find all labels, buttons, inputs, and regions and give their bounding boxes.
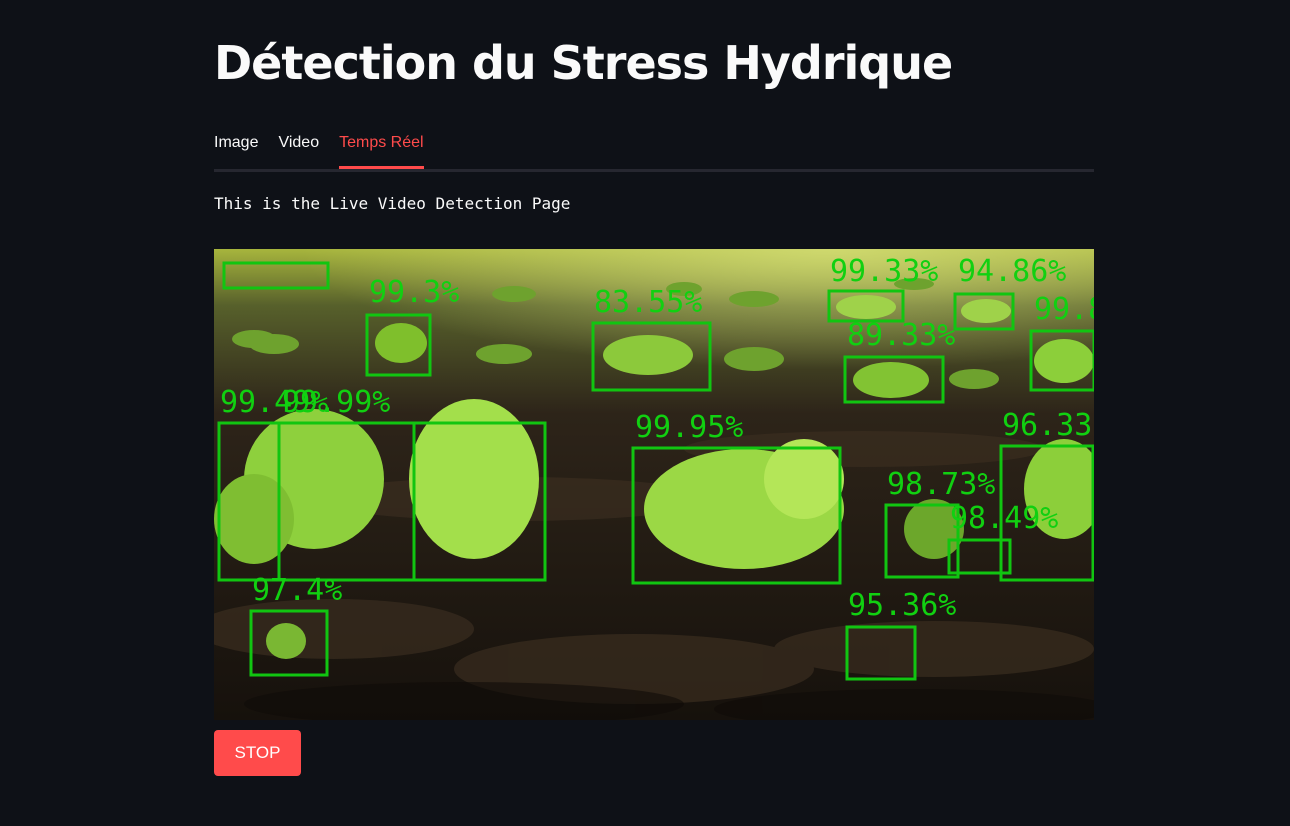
detection-label: 83.55% bbox=[594, 285, 702, 320]
detection-label: 94.86% bbox=[958, 254, 1066, 289]
detection-label: 99.8 bbox=[1034, 292, 1094, 327]
tab-video[interactable]: Video bbox=[278, 128, 319, 166]
detection-label: 99.99% bbox=[282, 385, 390, 420]
detection-label: 97.4% bbox=[252, 573, 342, 608]
page-title: Détection du Stress Hydrique bbox=[214, 36, 953, 90]
tab-temps-reel[interactable]: Temps Réel bbox=[339, 128, 425, 169]
tab-bar: Image Video Temps Réel bbox=[214, 128, 1094, 172]
detection-label: 95.36% bbox=[848, 588, 956, 623]
stop-button[interactable]: STOP bbox=[214, 730, 301, 776]
video-canvas: 99.3% 83.55% 99.33% 94.86% 99.8 89.33% 9… bbox=[214, 249, 1094, 720]
detection-label: 99.33% bbox=[830, 254, 938, 289]
detection-label: 99.3% bbox=[369, 275, 459, 310]
detection-label: 98.49% bbox=[950, 501, 1058, 536]
detection-label: 99.95% bbox=[635, 410, 743, 445]
detection-label: 98.73% bbox=[887, 467, 995, 502]
tab-image[interactable]: Image bbox=[214, 128, 258, 166]
live-page-description: This is the Live Video Detection Page bbox=[214, 194, 571, 213]
detection-label: 89.33% bbox=[847, 318, 955, 353]
live-video-frame: 99.3% 83.55% 99.33% 94.86% 99.8 89.33% 9… bbox=[214, 249, 1094, 720]
detection-label: 96.33 bbox=[1002, 408, 1092, 443]
